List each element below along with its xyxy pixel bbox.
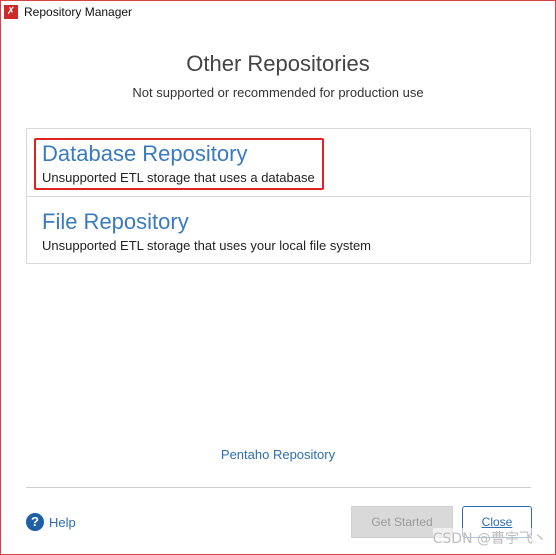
watermark-text: CSDN @曹宇飞丶 bbox=[432, 528, 547, 548]
repository-option-database[interactable]: Database Repository Unsupported ETL stor… bbox=[27, 129, 530, 197]
help-label: Help bbox=[49, 514, 76, 530]
repository-manager-window: ✗ Repository Manager Other Repositories … bbox=[0, 0, 556, 555]
pentaho-repository-link[interactable]: Pentaho Repository bbox=[1, 447, 555, 462]
page-title: Other Repositories bbox=[186, 51, 370, 76]
help-link[interactable]: ? Help bbox=[26, 513, 76, 531]
help-icon: ? bbox=[26, 513, 44, 531]
repository-name: File Repository bbox=[42, 209, 189, 234]
repository-description: Unsupported ETL storage that uses a data… bbox=[42, 170, 315, 185]
repository-option-file[interactable]: File Repository Unsupported ETL storage … bbox=[27, 197, 530, 264]
repository-list: Database Repository Unsupported ETL stor… bbox=[26, 128, 531, 264]
window-title: Repository Manager bbox=[24, 4, 133, 19]
app-icon: ✗ bbox=[4, 4, 18, 19]
footer-divider bbox=[26, 487, 531, 488]
repository-description: Unsupported ETL storage that uses your l… bbox=[42, 238, 372, 253]
title-bar: ✗ Repository Manager bbox=[1, 1, 555, 22]
repository-name: Database Repository bbox=[42, 141, 248, 166]
page-subtitle: Not supported or recommended for product… bbox=[132, 85, 424, 100]
